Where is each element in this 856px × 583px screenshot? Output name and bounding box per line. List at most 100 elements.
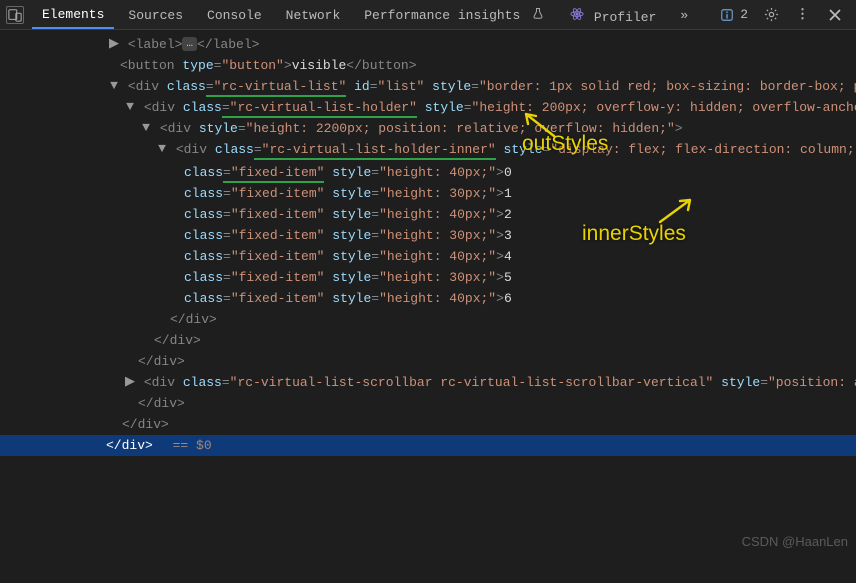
attr-value: "height: 30px;" <box>379 228 496 243</box>
tree-row[interactable]: class="fixed-item" style="height: 30px;"… <box>0 183 856 204</box>
tree-row[interactable]: class="fixed-item" style="height: 40px;"… <box>0 204 856 225</box>
expand-arrow-icon[interactable]: ▶ <box>124 371 136 392</box>
tree-row[interactable]: ▶ <label>…</label> <box>0 34 856 55</box>
attr-name: style <box>332 270 371 285</box>
attr-name: style <box>425 100 464 115</box>
attr-name: class <box>215 142 254 157</box>
tab-label: Performance insights <box>364 8 520 23</box>
tag-open: <div <box>176 142 207 157</box>
attr-name: class <box>184 270 223 285</box>
tag-end: > <box>496 165 504 180</box>
tree-row[interactable]: </div> <box>0 393 856 414</box>
tag-open: <div <box>144 375 175 390</box>
tree-row[interactable]: ▶ <div class="rc-virtual-list-scrollbar … <box>0 372 856 393</box>
attr-value: "list" <box>378 79 425 94</box>
attr-value: "position: absolute; width: 8px; top: 0p… <box>768 375 856 390</box>
tree-row[interactable]: class="fixed-item" style="height: 40px;"… <box>0 162 856 183</box>
attr-value: "fixed-item" <box>231 207 325 222</box>
attr-value: "height: 2200px; position: relative; ove… <box>246 121 675 136</box>
tag-open: class="fixed-item" style="height: 30px;"… <box>184 270 512 285</box>
tree-row[interactable]: class="fixed-item" style="height: 30px;"… <box>0 267 856 288</box>
tag-close: </div> <box>154 333 201 348</box>
tag-close: </div> <box>122 417 169 432</box>
tag-end: > <box>496 186 504 201</box>
attr-value: "height: 40px;" <box>379 291 496 306</box>
tag-open: class="fixed-item" style="height: 40px;"… <box>184 207 512 222</box>
tree-row[interactable]: class="fixed-item" style="height: 30px;"… <box>0 225 856 246</box>
tree-row[interactable]: ▼ <div style="height: 2200px; position: … <box>0 118 856 139</box>
attr-name: type <box>182 58 213 73</box>
text-node: 6 <box>504 291 512 306</box>
attr-value: "fixed-item" <box>231 249 325 264</box>
elements-dom-tree[interactable]: ▶ <label>…</label> <button type="button"… <box>0 30 856 484</box>
attr-name: class <box>183 375 222 390</box>
attr-value: "display: flex; <box>550 142 667 157</box>
tree-row[interactable]: class="fixed-item" style="height: 40px;"… <box>0 288 856 309</box>
attr-value: "fixed-item" <box>231 186 325 201</box>
ellipsis-icon[interactable]: … <box>182 37 197 51</box>
tab-profiler[interactable]: Profiler <box>558 0 666 30</box>
close-icon[interactable] <box>826 6 844 24</box>
text-node: visible <box>292 58 347 73</box>
issues-badge[interactable]: 2 <box>718 6 748 24</box>
tag-open: <div <box>160 121 191 136</box>
attr-value: "fixed-item" <box>231 165 325 183</box>
attr-name: style <box>332 291 371 306</box>
tree-row[interactable]: ▼ <div class="rc-virtual-list-holder" st… <box>0 97 856 118</box>
attr-name: class <box>184 207 223 222</box>
attr-value: "height: <box>472 100 534 115</box>
tag-open: class="fixed-item" style="height: 40px;"… <box>184 249 512 264</box>
tag-open: class="fixed-item" style="height: 30px;"… <box>184 186 512 201</box>
tab-label: Profiler <box>594 10 656 25</box>
tag-end: > <box>496 249 504 264</box>
tab-elements[interactable]: Elements <box>32 1 114 29</box>
attr-name: style <box>332 186 371 201</box>
attr-name: style <box>199 121 238 136</box>
tab-sources[interactable]: Sources <box>118 2 193 28</box>
tab-performance-insights[interactable]: Performance insights <box>354 1 554 28</box>
collapse-arrow-icon[interactable]: ▼ <box>140 117 152 138</box>
tree-row[interactable]: ▼ <div class="rc-virtual-list-holder-inn… <box>0 139 856 162</box>
tag-end: > <box>675 121 683 136</box>
tree-row[interactable]: </div> <box>0 330 856 351</box>
tag-close: </div> <box>138 396 185 411</box>
attr-value: flex-direction: column; transform: trans… <box>675 142 856 157</box>
tree-row[interactable]: class="fixed-item" style="height: 40px;"… <box>0 246 856 267</box>
tab-network[interactable]: Network <box>276 2 351 28</box>
tree-row[interactable]: </div> <box>0 309 856 330</box>
attr-value: "rc-virtual-list-holder" <box>230 100 417 118</box>
attr-value: 200px; <box>542 100 589 115</box>
attr-value: "height: 40px;" <box>379 207 496 222</box>
expand-arrow-icon[interactable]: ▶ <box>108 33 120 54</box>
tree-row[interactable]: </div> <box>0 414 856 435</box>
tag-open: <div <box>144 100 175 115</box>
attr-name: class <box>183 100 222 115</box>
collapse-arrow-icon[interactable]: ▼ <box>124 96 136 117</box>
attr-name: style <box>504 142 543 157</box>
tab-console[interactable]: Console <box>197 2 272 28</box>
collapse-arrow-icon[interactable]: ▼ <box>156 138 168 159</box>
text-node: 0 <box>504 165 512 180</box>
attr-name: style <box>332 165 371 180</box>
tag-open: class="fixed-item" style="height: 40px;"… <box>184 291 512 306</box>
tag-end: > <box>496 270 504 285</box>
tabs-overflow[interactable]: » <box>670 2 698 28</box>
gear-icon[interactable] <box>762 6 780 24</box>
tag-open: class="fixed-item" style="height: 30px;"… <box>184 228 512 243</box>
more-icon[interactable]: ⋮ <box>794 6 812 24</box>
attr-value: "fixed-item" <box>231 291 325 306</box>
tree-row[interactable]: ▼ <div class="rc-virtual-list" id="list"… <box>0 76 856 97</box>
attr-name: class <box>184 186 223 201</box>
tree-row[interactable]: <button type="button">visible</button> <box>0 55 856 76</box>
attr-name: class <box>184 228 223 243</box>
attr-value: "fixed-item" <box>231 270 325 285</box>
attr-value: "height: 30px;" <box>379 270 496 285</box>
tree-row[interactable]: </div> <box>0 351 856 372</box>
attr-name: class <box>184 165 223 180</box>
tag-end: > <box>496 228 504 243</box>
device-toggle-icon[interactable] <box>6 6 24 24</box>
attr-name: style <box>332 249 371 264</box>
tree-row-selected[interactable]: </div> == $0 <box>0 435 856 456</box>
attr-value: "rc-virtual-list-scrollbar rc-virtual-li… <box>230 375 714 390</box>
collapse-arrow-icon[interactable]: ▼ <box>108 75 120 96</box>
